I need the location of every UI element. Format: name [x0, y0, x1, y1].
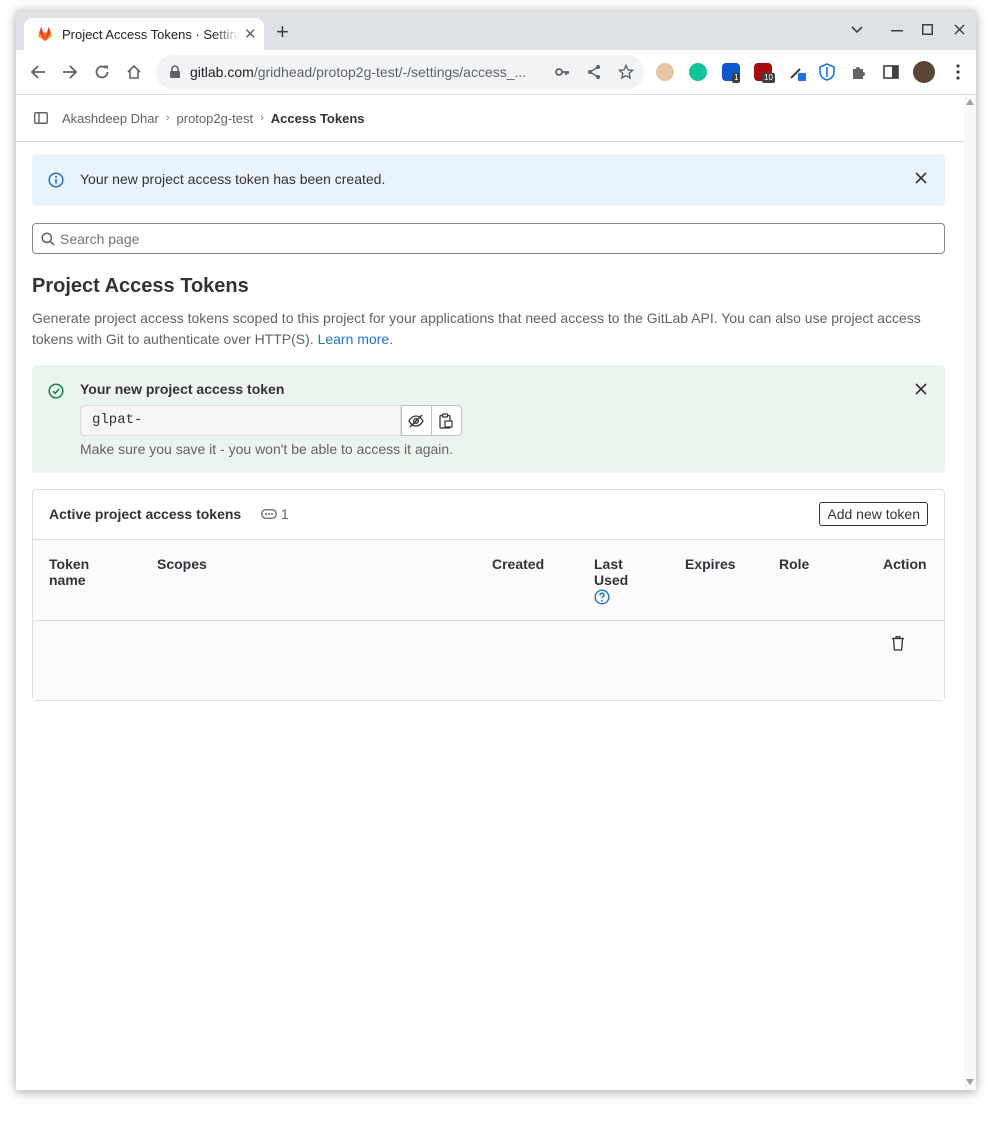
- eye-slash-icon: [408, 414, 425, 427]
- check-circle-icon: [48, 383, 64, 399]
- table-row: [33, 621, 944, 700]
- copy-token-button[interactable]: [431, 405, 462, 436]
- token-save-hint: Make sure you save it - you won't be abl…: [80, 441, 454, 457]
- alert-message: Your new project access token has been c…: [80, 171, 386, 187]
- search-page-input[interactable]: Search page: [32, 223, 945, 254]
- address-bar[interactable]: gitlab.com/gridhead/protop2g-test/-/sett…: [156, 55, 644, 89]
- sidebar-toggle-icon[interactable]: [34, 111, 48, 125]
- page-description: Generate project access tokens scoped to…: [32, 310, 921, 347]
- grammarly-icon[interactable]: [689, 63, 707, 81]
- key-icon[interactable]: [554, 64, 570, 80]
- profile-avatar[interactable]: [913, 61, 935, 83]
- tab-search-chevron-icon[interactable]: [851, 26, 863, 34]
- breadcrumb: Akashdeep Dhar › protop2g-test › Access …: [16, 95, 964, 142]
- bookmark-star-icon[interactable]: [618, 64, 634, 80]
- browser-menu-icon[interactable]: [949, 63, 967, 81]
- token-created-alert: Your new project access token has been c…: [32, 154, 945, 206]
- tab-close-icon[interactable]: ✕: [244, 25, 257, 43]
- share-icon[interactable]: [586, 64, 602, 80]
- active-tab[interactable]: Project Access Tokens · Settings · proto…: [24, 18, 264, 50]
- maximize-icon[interactable]: [922, 24, 933, 35]
- page-scrollbar[interactable]: [964, 95, 976, 1090]
- column-role: Role: [779, 556, 810, 572]
- breadcrumb-separator-icon: ›: [260, 112, 264, 124]
- dismiss-alert-icon[interactable]: [915, 172, 927, 184]
- back-icon[interactable]: [28, 62, 48, 82]
- token-field-group: glpat-: [80, 405, 462, 436]
- column-created: Created: [492, 556, 545, 572]
- active-tokens-heading: Active project access tokens: [49, 506, 242, 522]
- minimize-icon[interactable]: [891, 30, 903, 32]
- scroll-up-icon[interactable]: [966, 99, 974, 105]
- reload-icon[interactable]: [92, 62, 112, 82]
- column-last-used-label: Last Used: [594, 556, 629, 588]
- token-icon: [261, 509, 277, 519]
- column-token-name: Token name: [49, 556, 90, 588]
- active-tokens-card: Active project access tokens 1 Add new t…: [32, 489, 945, 701]
- add-new-token-button[interactable]: Add new token: [819, 502, 928, 526]
- scroll-down-icon[interactable]: [966, 1079, 974, 1085]
- dismiss-token-alert-icon[interactable]: [915, 383, 927, 395]
- breadcrumb-item[interactable]: protop2g-test: [177, 111, 254, 126]
- clipboard-icon: [439, 412, 454, 429]
- extension-blue-icon[interactable]: 1: [722, 63, 741, 83]
- url-text[interactable]: gitlab.com/gridhead/protop2g-test/-/sett…: [190, 64, 540, 80]
- learn-more-link[interactable]: Learn more: [318, 331, 390, 347]
- tab-title: Project Access Tokens · Settings · proto…: [62, 26, 240, 42]
- page-title: Project Access Tokens: [32, 275, 249, 297]
- trash-icon[interactable]: [891, 635, 905, 651]
- new-token-alert: Your new project access token glpat- Mak…: [32, 365, 945, 473]
- new-token-heading: Your new project access token: [80, 381, 285, 397]
- browser-toolbar: gitlab.com/gridhead/protop2g-test/-/sett…: [16, 50, 976, 95]
- info-icon: [48, 172, 64, 188]
- browser-window: Project Access Tokens · Settings · proto…: [16, 10, 976, 1090]
- eyedropper-icon[interactable]: [788, 63, 806, 81]
- side-panel-icon[interactable]: [882, 63, 900, 81]
- tokens-table-header: Token name Scopes Created Last Used Expi…: [33, 539, 944, 621]
- tab-strip: Project Access Tokens · Settings · proto…: [16, 10, 976, 50]
- column-action: Action: [883, 556, 927, 572]
- extension-red-icon[interactable]: 10: [754, 63, 775, 83]
- token-count: 1: [261, 506, 289, 522]
- breadcrumb-separator-icon: ›: [165, 112, 170, 124]
- token-value-field[interactable]: glpat-: [80, 405, 401, 436]
- page-content: Akashdeep Dhar › protop2g-test › Access …: [16, 95, 964, 1090]
- toggle-visibility-button[interactable]: [400, 405, 432, 436]
- shield-icon[interactable]: [818, 63, 836, 81]
- extension-badge: 1: [732, 73, 741, 83]
- breadcrumb-current[interactable]: Access Tokens: [271, 111, 365, 126]
- extension-avatar-icon[interactable]: [656, 63, 674, 81]
- extensions-puzzle-icon[interactable]: [850, 63, 868, 81]
- breadcrumb-item[interactable]: Akashdeep Dhar: [62, 111, 159, 126]
- help-question-icon[interactable]: [594, 589, 610, 605]
- forward-icon[interactable]: [60, 62, 80, 82]
- gitlab-favicon-icon: [38, 27, 52, 42]
- lock-icon[interactable]: [169, 65, 181, 79]
- column-scopes: Scopes: [157, 556, 207, 572]
- extension-badge: 10: [762, 73, 775, 83]
- column-last-used: Last Used: [594, 556, 634, 605]
- token-count-value: 1: [281, 506, 289, 522]
- new-tab-icon[interactable]: +: [276, 21, 289, 43]
- column-expires: Expires: [685, 556, 736, 572]
- window-close-icon[interactable]: [954, 24, 965, 35]
- home-icon[interactable]: [124, 62, 144, 82]
- search-icon: [41, 232, 55, 246]
- search-placeholder: Search page: [60, 231, 140, 247]
